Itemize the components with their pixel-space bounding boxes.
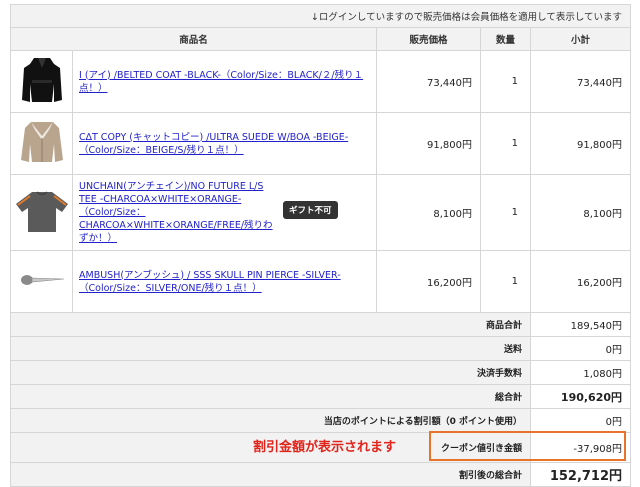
summary-row: 総合計 190,620円 — [10, 384, 632, 409]
item-qty: 1 — [480, 50, 531, 113]
goods-total-label: 商品合計 — [10, 312, 531, 337]
summary-row: 送料 0円 — [10, 336, 632, 361]
points-discount-label: 当店のポイントによる割引額（0 ポイント使用） — [10, 408, 531, 433]
product-link[interactable]: C∆T COPY (キャットコピー) /ULTRA SUEDE W/BOA -B… — [79, 131, 370, 157]
cart-item-row: I (アイ) /BELTED COAT -BLACK-（Color/Size：B… — [10, 50, 632, 113]
cart-table: ↓ログインしていますので販売価格は会員価格を適用して表示しています 商品名 販売… — [9, 4, 632, 487]
item-subtotal: 91,800円 — [529, 112, 632, 175]
product-link[interactable]: AMBUSH(アンブッシュ) / SSS SKULL PIN PIERCE -S… — [79, 269, 370, 295]
summary-row: 決済手数料 1,080円 — [10, 360, 632, 385]
final-total-value: 152,712円 — [529, 462, 632, 487]
cart-item-row: UNCHAIN(アンチェイン)/NO FUTURE L/S TEE -CHARC… — [10, 174, 632, 251]
header-qty: 数量 — [480, 27, 531, 51]
points-discount-value: 0円 — [529, 408, 632, 433]
gift-unavailable-badge: ギフト不可 — [283, 201, 338, 219]
payment-fee-label: 決済手数料 — [10, 360, 531, 385]
item-price: 8,100円 — [376, 174, 481, 251]
discount-annotation: 割引金額が表示されます — [253, 440, 397, 455]
item-qty: 1 — [480, 112, 531, 175]
item-price: 73,440円 — [376, 50, 481, 113]
item-price: 91,800円 — [376, 112, 481, 175]
shipping-label: 送料 — [10, 336, 531, 361]
grand-total-value: 190,620円 — [529, 384, 632, 409]
item-qty: 1 — [480, 174, 531, 251]
header-price: 販売価格 — [376, 27, 481, 51]
product-image-beige-jacket[interactable] — [10, 112, 73, 175]
item-subtotal: 8,100円 — [529, 174, 632, 251]
product-image-silver-pin[interactable] — [10, 250, 73, 313]
summary-row: 商品合計 189,540円 — [10, 312, 632, 337]
header-subtotal: 小計 — [529, 27, 632, 51]
summary-row: 当店のポイントによる割引額（0 ポイント使用） 0円 — [10, 408, 632, 433]
header-name: 商品名 — [10, 27, 377, 51]
product-image-grey-tee[interactable] — [10, 174, 73, 251]
product-image-black-coat[interactable] — [10, 50, 73, 113]
payment-fee-value: 1,080円 — [529, 360, 632, 385]
item-qty: 1 — [480, 250, 531, 313]
product-link[interactable]: UNCHAIN(アンチェイン)/NO FUTURE L/S TEE -CHARC… — [79, 180, 274, 245]
item-subtotal: 16,200円 — [529, 250, 632, 313]
goods-total-value: 189,540円 — [529, 312, 632, 337]
cart-item-row: AMBUSH(アンブッシュ) / SSS SKULL PIN PIERCE -S… — [10, 250, 632, 313]
summary-row: 割引後の総合計 152,712円 — [10, 462, 632, 487]
grand-total-label: 総合計 — [10, 384, 531, 409]
final-total-label: 割引後の総合計 — [10, 462, 531, 487]
product-link[interactable]: I (アイ) /BELTED COAT -BLACK-（Color/Size：B… — [79, 69, 370, 95]
shipping-value: 0円 — [529, 336, 632, 361]
cart-view: ↓ログインしていますので販売価格は会員価格を適用して表示しています 商品名 販売… — [0, 0, 640, 487]
item-subtotal: 73,440円 — [529, 50, 632, 113]
item-price: 16,200円 — [376, 250, 481, 313]
cart-item-row: C∆T COPY (キャットコピー) /ULTRA SUEDE W/BOA -B… — [10, 112, 632, 175]
member-price-notice: ↓ログインしていますので販売価格は会員価格を適用して表示しています — [9, 4, 632, 28]
coupon-highlight-box — [429, 431, 626, 461]
